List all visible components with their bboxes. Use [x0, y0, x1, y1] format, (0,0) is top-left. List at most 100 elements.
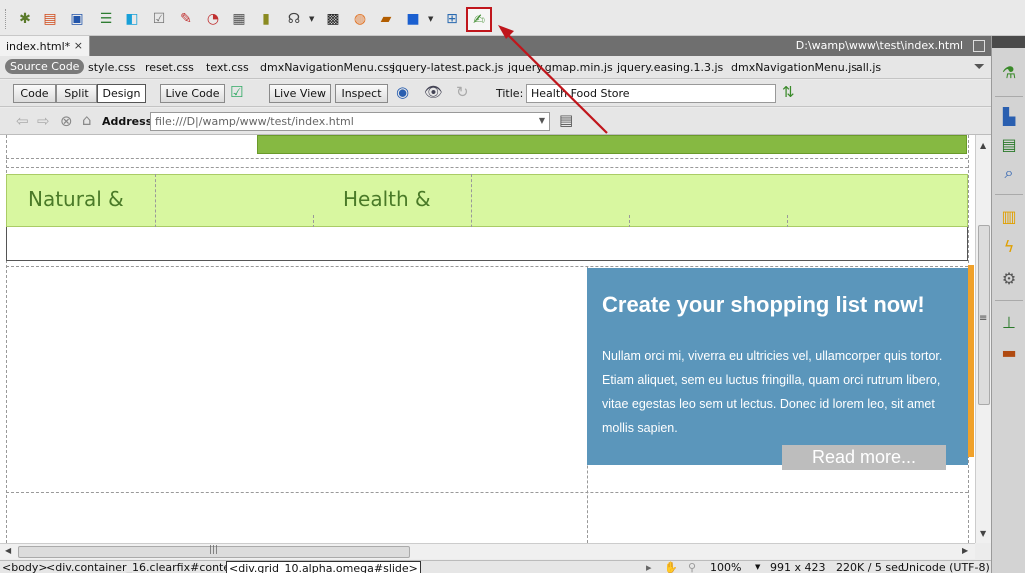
related-file-item[interactable]: jquery.gmap.min.js [508, 61, 613, 74]
tag-selector-selected[interactable]: <div.grid_10.alpha.omega#slide> [226, 561, 421, 573]
dock-header[interactable] [992, 36, 1025, 48]
live-view-button[interactable]: Live View [269, 84, 331, 103]
divider [6, 167, 968, 168]
refresh-icon[interactable]: ↻ [456, 85, 469, 100]
forward-icon[interactable]: ⇨ [37, 114, 50, 129]
css-panel-icon[interactable]: ▤ [1000, 136, 1018, 154]
related-file-item[interactable]: all.js [856, 61, 881, 74]
window-size[interactable]: 991 x 423 [770, 561, 826, 573]
horizontal-scrollbar[interactable]: ◀ ||| ▶ [0, 543, 975, 559]
preview-browser-icon[interactable]: ◉ [396, 85, 409, 100]
flash-icon[interactable]: ☰ [96, 9, 116, 29]
stop-icon[interactable]: ⊗ [60, 114, 73, 129]
toolbar-grip[interactable] [5, 9, 8, 29]
link-icon[interactable]: ◔ [203, 9, 223, 29]
divider [995, 96, 1023, 97]
divider [995, 300, 1023, 301]
checkbox-icon[interactable]: ☑ [149, 9, 169, 29]
bookmark-icon[interactable]: ▮ [256, 9, 276, 29]
visual-aids-icon[interactable]: 👁 [424, 85, 443, 100]
navigation-submenu-row [6, 227, 968, 261]
related-file-item[interactable]: dmxNavigationMenu.js [731, 61, 857, 74]
close-tab-icon[interactable]: × [74, 39, 83, 52]
inspect-button[interactable]: Inspect [335, 84, 388, 103]
live-view-options-icon[interactable]: ▤ [559, 113, 573, 128]
encoding: Unicode (UTF-8) [901, 561, 990, 573]
scroll-right-icon[interactable]: ▶ [962, 546, 968, 555]
divider [6, 266, 968, 267]
swirl-icon[interactable]: ◍ [350, 9, 370, 29]
widget-icon[interactable]: ✱ [15, 9, 35, 29]
scroll-down-icon[interactable]: ▼ [980, 529, 986, 538]
nav-item[interactable]: Natural & [28, 187, 124, 211]
audio-dropdown-icon[interactable]: ▼ [309, 15, 314, 23]
restore-window-icon[interactable] [973, 40, 985, 52]
server-behaviors-icon[interactable]: ⚙ [1000, 270, 1018, 288]
file-management-icon[interactable]: ⇅ [782, 85, 795, 100]
image-icon[interactable]: ■ [403, 9, 423, 29]
related-file-source-code[interactable]: Source Code [5, 59, 85, 74]
related-file-item[interactable]: text.css [206, 61, 249, 74]
home-icon[interactable]: ⌂ [82, 113, 92, 128]
related-file-item[interactable]: reset.css [145, 61, 194, 74]
divider [6, 158, 968, 159]
audio-icon[interactable]: ☊ [284, 9, 304, 29]
assets-icon[interactable]: ▥ [1000, 208, 1018, 226]
media-icon[interactable]: ▣ [67, 9, 87, 29]
code-view-button[interactable]: Code [13, 84, 56, 103]
scroll-grip-icon: ≡ [979, 313, 988, 324]
divider [6, 492, 968, 493]
panel-dock: ⚗ ▙ ▤ ⌕ ▥ ϟ ⚙ ⊥ ▬ [991, 36, 1025, 573]
divider [995, 194, 1023, 195]
address-dropdown-icon[interactable]: ▼ [539, 116, 545, 125]
filter-icon[interactable]: ⏷ [974, 59, 985, 75]
zoom-dropdown-icon[interactable]: ▼ [755, 563, 760, 571]
document-icon[interactable]: ▦ [229, 9, 249, 29]
insert-panel-icon[interactable]: ▙ [1000, 108, 1018, 126]
title-input[interactable]: Health Food Store [526, 84, 776, 103]
slide-heading: Create your shopping list now! [602, 292, 925, 317]
files-panel-icon[interactable]: ⊥ [1000, 314, 1018, 332]
tab-index-html[interactable]: index.html* × [0, 36, 90, 56]
layers-icon[interactable]: ◧ [122, 9, 142, 29]
live-code-button[interactable]: Live Code [160, 84, 225, 103]
scroll-grip-icon: ||| [209, 545, 219, 555]
navigation-band[interactable] [6, 174, 968, 227]
zoom-tool-icon[interactable]: ⚲ [688, 561, 696, 573]
check-browser-icon[interactable]: ☑ [230, 85, 243, 100]
video-icon[interactable]: ▩ [323, 9, 343, 29]
snippets-icon[interactable]: ▬ [1000, 344, 1018, 362]
slide-edge-strip [968, 265, 974, 457]
behaviors-icon[interactable]: ϟ [1000, 238, 1018, 256]
grid-icon[interactable]: ⊞ [442, 9, 462, 29]
related-file-item[interactable]: style.css [88, 61, 135, 74]
vertical-scrollbar[interactable]: ▲ ≡ ▼ [975, 135, 991, 543]
form-icon[interactable]: ✎ [176, 9, 196, 29]
read-more-button[interactable]: Read more... [782, 445, 946, 470]
zoom-level[interactable]: 100% [710, 561, 741, 573]
tag-selector[interactable]: <body> [2, 561, 48, 573]
design-view-button[interactable]: Design [97, 84, 146, 103]
split-view-button[interactable]: Split [56, 84, 97, 103]
address-input[interactable]: file:///D|/wamp/www/test/index.html ▼ [150, 112, 550, 131]
movie-icon[interactable]: ▰ [376, 9, 396, 29]
scroll-up-icon[interactable]: ▲ [980, 141, 986, 150]
scroll-left-icon[interactable]: ◀ [5, 546, 11, 555]
related-file-item[interactable]: jquery.easing.1.3.js [617, 61, 723, 74]
select-tool-icon[interactable]: ▸ [646, 561, 652, 573]
insert-toolbar: ✱ ▤ ▣ ☰ ◧ ☑ ✎ ◔ ▦ ▮ ☊ ▼ ▩ ◍ ▰ ■ ▼ ⊞ ✍ [0, 0, 1025, 36]
related-file-item[interactable]: jquery-latest.pack.js [392, 61, 503, 74]
nav-item[interactable]: Health & [343, 187, 431, 211]
edit-page-icon[interactable]: ✍ [466, 7, 492, 32]
download-size: 220K / 5 sec [836, 561, 904, 573]
back-icon[interactable]: ⇦ [16, 114, 29, 129]
image-dropdown-icon[interactable]: ▼ [428, 15, 433, 23]
header-green-bar [257, 135, 967, 154]
hand-tool-icon[interactable]: ✋ [664, 561, 678, 573]
related-file-item[interactable]: dmxNavigationMenu.css [260, 61, 395, 74]
tag-selector[interactable]: <div.container_16.clearfix#content> [46, 561, 251, 573]
address-label: Address: [102, 115, 157, 128]
spry-icon[interactable]: ▤ [40, 9, 60, 29]
flask-icon[interactable]: ⚗ [1000, 64, 1018, 82]
code-inspect-icon[interactable]: ⌕ [1000, 164, 1018, 182]
